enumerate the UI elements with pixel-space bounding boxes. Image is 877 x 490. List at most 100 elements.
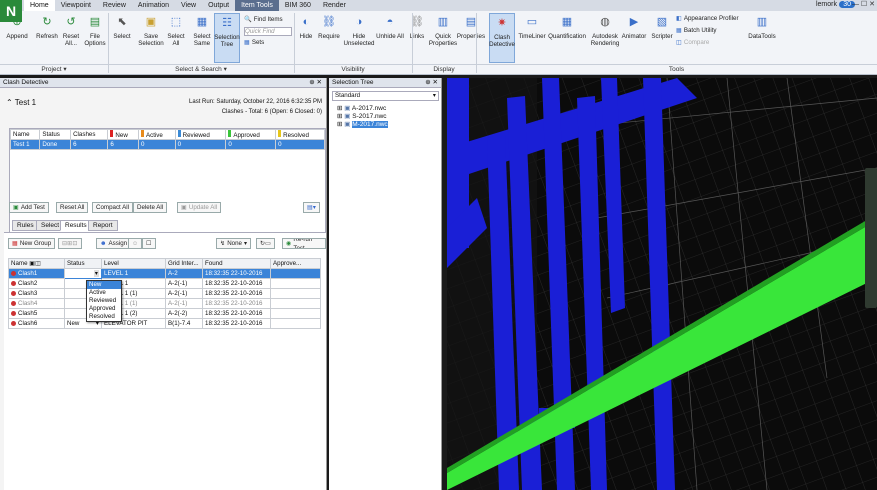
refresh-button[interactable]: ↻ Refresh	[34, 13, 60, 63]
sets-dropdown[interactable]: ▦ Sets	[244, 39, 264, 46]
reset-view-button[interactable]: ↻▭	[256, 238, 276, 249]
col-new[interactable]: New	[107, 129, 139, 140]
table-row[interactable]: Clash5 LEVEL 1 (2) A-2(-2) 18:32:35 22-1…	[8, 308, 321, 319]
col-res-name[interactable]: Name ▣◫	[8, 258, 65, 269]
new-group-button[interactable]: ▦ New Group	[8, 238, 56, 249]
seltree-mode-select[interactable]: Standard ▾	[332, 91, 439, 101]
quick-properties-button[interactable]: ▥ Quick Properties	[429, 13, 457, 63]
animator-button[interactable]: ▶ Animator	[620, 13, 648, 63]
col-resolved[interactable]: Resolved	[275, 129, 325, 140]
comment-button[interactable]: ☐	[142, 238, 156, 249]
status-option-resolved[interactable]: Resolved	[87, 313, 121, 321]
tab-render[interactable]: Render	[317, 0, 352, 11]
navigation-bar[interactable]	[865, 168, 877, 308]
ribbon-group-project[interactable]: Project ▾	[0, 64, 108, 74]
none-dropdown[interactable]: ↯ None ▾	[216, 238, 252, 249]
col-res-status[interactable]: Status	[64, 258, 102, 269]
compact-all-button[interactable]: Compact All	[92, 202, 134, 213]
col-res-found[interactable]: Found	[202, 258, 271, 269]
add-test-button[interactable]: ▣ Add Test	[9, 202, 49, 213]
ribbon-group-display[interactable]: Display	[412, 64, 476, 74]
save-selection-button[interactable]: ▣ Save Selection	[138, 13, 164, 63]
status-option-active[interactable]: Active	[87, 289, 121, 297]
ribbon-group-tools[interactable]: Tools	[476, 64, 877, 74]
tab-animation[interactable]: Animation	[132, 0, 175, 11]
table-row[interactable]: Clash6 New ▾ ELEVATOR PIT B(1)-7.4 18:32:…	[8, 318, 321, 329]
tree-item[interactable]: ⊞ ▣ M-2017.nwc	[337, 121, 388, 129]
status-option-reviewed[interactable]: Reviewed	[87, 297, 121, 305]
col-res-approve[interactable]: Approve...	[270, 258, 321, 269]
3d-viewport[interactable]	[447, 78, 877, 490]
status-dropdown[interactable]: ▾	[64, 268, 102, 279]
col-name[interactable]: Name	[9, 129, 41, 140]
table-row[interactable]: Clash2 LEVEL 1 A-2(-1) 18:32:35 22-10-20…	[8, 278, 321, 289]
compare-button[interactable]: ◫ Compare	[676, 39, 709, 46]
unassign-button[interactable]: ☺	[128, 238, 143, 249]
chevron-down-icon[interactable]: ▾	[93, 270, 99, 277]
table-row[interactable]: Clash4 LEVEL 1 (1) A-2(-1) 18:32:35 22-1…	[8, 298, 321, 309]
tab-bim360[interactable]: BIM 360	[279, 0, 317, 11]
status-option-new[interactable]: New	[87, 281, 121, 289]
timeliner-button[interactable]: ▭ TimeLiner	[518, 13, 546, 63]
app-logo[interactable]: N	[0, 0, 22, 22]
test-row[interactable]: Test 1 Done 6 6 0 0 0 0	[9, 139, 325, 150]
hide-unselected-button[interactable]: ◑ Hide Unselected	[343, 13, 375, 63]
quick-find-input[interactable]: Quick Find	[244, 27, 292, 36]
reset-all-button[interactable]: ↺ Reset All...	[60, 13, 82, 63]
require-button[interactable]: ⛓ Require	[316, 13, 342, 63]
table-row[interactable]: Clash1 ▾ LEVEL 1 A-2 18:32:35 22-10-2016	[8, 268, 321, 279]
col-active[interactable]: Active	[137, 129, 176, 140]
tab-results[interactable]: Results	[60, 220, 92, 231]
batch-utility-button[interactable]: ▦ Batch Utility	[676, 27, 717, 34]
col-reviewed[interactable]: Reviewed	[174, 129, 227, 140]
col-res-level[interactable]: Level	[101, 258, 166, 269]
col-clashes[interactable]: Clashes	[70, 129, 109, 140]
close-icon[interactable]: ⊕ ✕	[309, 78, 322, 88]
delete-all-button[interactable]: Delete All	[133, 202, 168, 213]
tab-home[interactable]: Home	[24, 0, 55, 11]
datatools-button[interactable]: ▥ DataTools	[748, 13, 776, 63]
table-row[interactable]: Clash3 LEVEL 1 (1) A-2(-1) 18:32:35 22-1…	[8, 288, 321, 299]
tab-output[interactable]: Output	[202, 0, 235, 11]
rerun-test-button[interactable]: ◉ Re-run Test	[282, 238, 326, 249]
tab-viewpoint[interactable]: Viewpoint	[55, 0, 97, 11]
autodesk-rendering-button[interactable]: ◍ Autodesk Rendering	[590, 13, 620, 63]
user-name[interactable]: lemork	[816, 1, 837, 8]
update-all-button[interactable]: ▣ Update All	[177, 202, 222, 213]
appearance-profiler-button[interactable]: ◧ Appearance Profiler	[676, 15, 739, 22]
tab-rules[interactable]: Rules	[12, 220, 39, 231]
col-approved[interactable]: Approved	[225, 129, 277, 140]
unhide-all-button[interactable]: ◓ Unhide All	[376, 13, 404, 63]
tree-item[interactable]: ⊞ ▣ A-2017.nwc	[337, 105, 388, 113]
select-button[interactable]: ⬉ Select	[110, 13, 134, 63]
test-title[interactable]: ⌃ Test 1	[6, 98, 36, 107]
links-button[interactable]: ⛓ Links	[406, 13, 428, 63]
find-items-button[interactable]: 🔍 Find Items	[244, 15, 283, 24]
ribbon-group-select-search[interactable]: Select & Search ▾	[108, 64, 294, 74]
selection-tree-button[interactable]: ☷ Selection Tree	[214, 13, 240, 63]
scripter-button[interactable]: ▧ Scripter	[650, 13, 674, 63]
close-icon[interactable]: ⊕ ✕	[425, 78, 438, 88]
select-same-button[interactable]: ▦ Select Same	[190, 13, 214, 63]
tab-view[interactable]: View	[175, 0, 202, 11]
col-status[interactable]: Status	[39, 129, 72, 140]
ribbon-group-visibility[interactable]: Visibility	[294, 64, 412, 74]
status-option-approved[interactable]: Approved	[87, 305, 121, 313]
file-options-button[interactable]: ▤ File Options	[82, 13, 108, 63]
assign-button[interactable]: ☻ Assign	[96, 238, 132, 249]
clash-detective-button[interactable]: ✷ Clash Detective	[489, 13, 515, 63]
tab-review[interactable]: Review	[97, 0, 132, 11]
col-res-grid[interactable]: Grid Inter...	[165, 258, 203, 269]
quantification-button[interactable]: ▦ Quantification	[546, 13, 588, 63]
export-button[interactable]: ▤▾	[303, 202, 320, 213]
hide-button[interactable]: ◐ Hide	[296, 13, 316, 63]
properties-button[interactable]: ▤ Properties	[456, 13, 486, 63]
ribbon-button-label: DataTools	[748, 33, 776, 40]
window-controls[interactable]: — ☐ ✕	[852, 0, 875, 8]
tab-item-tools[interactable]: Item Tools	[235, 0, 279, 11]
tab-report[interactable]: Report	[88, 220, 118, 231]
select-all-button[interactable]: ⬚ Select All	[164, 13, 188, 63]
tree-item[interactable]: ⊞ ▣ S-2017.nwc	[337, 113, 388, 121]
group-tools-button[interactable]: ⊟⊞⊡	[58, 238, 82, 249]
reset-all-button[interactable]: Reset All	[56, 202, 89, 213]
